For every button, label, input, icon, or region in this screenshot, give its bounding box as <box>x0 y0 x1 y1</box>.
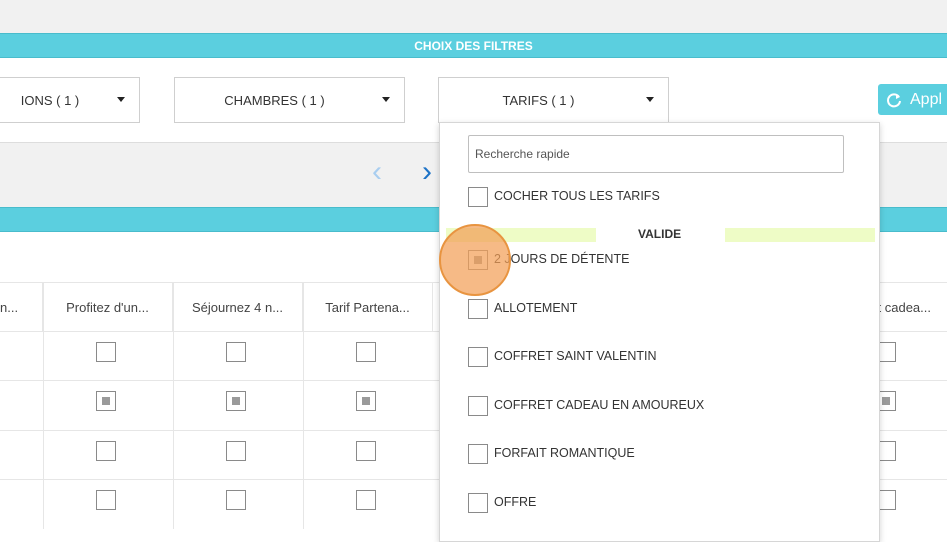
column-divider <box>43 282 44 529</box>
next-arrow-icon[interactable]: › <box>422 157 432 187</box>
options-dropdown[interactable]: IONS ( 1 ) <box>0 77 140 123</box>
chevron-down-icon <box>382 97 390 102</box>
rates-dropdown[interactable]: TARIFS ( 1 ) <box>438 77 669 123</box>
rate-option-label[interactable]: OFFRE <box>494 495 536 509</box>
chevron-down-icon <box>117 97 125 102</box>
column-header[interactable]: n... <box>0 282 43 332</box>
top-bar <box>0 0 947 33</box>
rates-dropdown-panel: COCHER TOUS LES TARIFS VALIDE 2 JOURS DE… <box>439 122 880 542</box>
grid-checkbox[interactable] <box>96 342 116 362</box>
grid-checkbox[interactable] <box>96 441 116 461</box>
rates-dropdown-label: TARIFS ( 1 ) <box>502 92 575 108</box>
rooms-dropdown[interactable]: CHAMBRES ( 1 ) <box>174 77 405 123</box>
column-header[interactable]: Séjournez 4 n... <box>173 282 303 332</box>
click-indicator <box>439 224 511 296</box>
rate-option-label[interactable]: COFFRET SAINT VALENTIN <box>494 349 657 363</box>
apply-button[interactable]: Appl <box>878 84 947 115</box>
options-dropdown-label: IONS ( 1 ) <box>20 92 80 108</box>
rate-option-checkbox[interactable] <box>468 347 488 367</box>
grid-checkbox[interactable] <box>356 342 376 362</box>
rooms-dropdown-label: CHAMBRES ( 1 ) <box>224 92 325 108</box>
prev-arrow-icon[interactable]: ‹ <box>372 157 382 187</box>
rate-option-checkbox[interactable] <box>468 396 488 416</box>
rate-option-label[interactable]: COFFRET CADEAU EN AMOUREUX <box>494 398 704 412</box>
rate-option-checkbox[interactable] <box>468 444 488 464</box>
grid-checkbox[interactable] <box>356 441 376 461</box>
column-divider <box>173 282 174 529</box>
group-divider <box>725 228 875 242</box>
rate-option-checkbox[interactable] <box>468 299 488 319</box>
column-divider <box>303 282 304 529</box>
column-header[interactable]: Profitez d'un... <box>43 282 173 332</box>
rate-option-label[interactable]: 2 JOURS DE DÉTENTE <box>494 252 629 266</box>
select-all-label[interactable]: COCHER TOUS LES TARIFS <box>494 189 660 203</box>
quick-search-input[interactable] <box>468 135 844 173</box>
grid-checkbox[interactable] <box>96 391 116 411</box>
grid-checkbox[interactable] <box>356 490 376 510</box>
column-header[interactable]: Tarif Partena... <box>303 282 433 332</box>
filters-header: CHOIX DES FILTRES <box>0 33 947 58</box>
select-all-checkbox[interactable] <box>468 187 488 207</box>
grid-checkbox[interactable] <box>226 490 246 510</box>
grid-checkbox[interactable] <box>226 441 246 461</box>
group-label: VALIDE <box>638 227 682 241</box>
chevron-down-icon <box>646 97 654 102</box>
apply-button-label: Appl <box>910 90 943 108</box>
grid-checkbox[interactable] <box>356 391 376 411</box>
rate-option-label[interactable]: FORFAIT ROMANTIQUE <box>494 446 635 460</box>
grid-checkbox[interactable] <box>226 391 246 411</box>
rate-option-label[interactable]: ALLOTEMENT <box>494 301 577 315</box>
grid-checkbox[interactable] <box>96 490 116 510</box>
rate-option-checkbox[interactable] <box>468 493 488 513</box>
grid-checkbox[interactable] <box>226 342 246 362</box>
refresh-icon <box>887 92 901 107</box>
